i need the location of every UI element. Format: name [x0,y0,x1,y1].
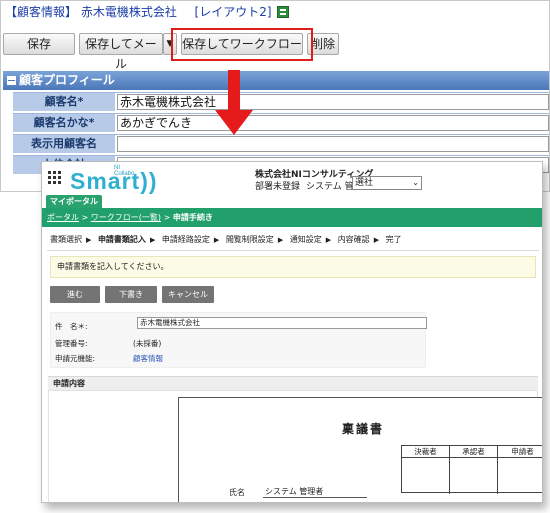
breadcrumb-current: 申請手続き [172,213,213,222]
step-progress: 書類選択 ▶ 申請書類記入 ▶ 申請経路設定 ▶ 閲覧制限設定 ▶ 通知設定 ▶ 内容確認… [50,234,406,248]
app-menu-grid-icon[interactable] [48,171,62,185]
stamp-cell-approver[interactable]: 承認者 [450,446,498,494]
user-select-dropdown[interactable]: 選社 ⌄ [352,176,422,190]
subject-row: 件 名＊: [55,321,88,332]
document-title: 稟議書 [341,422,384,436]
display-name-field[interactable] [117,136,549,152]
window-title: 【顧客情報】 赤木電機株式会社 [レイアウト2] [5,3,290,21]
user-dept: 部署未登録 [255,182,301,192]
step-arrow-icon: ▶ [373,236,380,244]
user-select-value: 選社 [355,178,374,188]
field-row-display-name: 表示用顧客名 [13,134,549,153]
step-item: 書類選択 [50,235,82,244]
step-arrow-icon: ▶ [149,236,156,244]
origin-customer-link[interactable]: 顧客情報 [133,353,163,364]
chevron-down-icon: ⌄ [412,178,419,187]
approval-stamp-table: 決裁者 承認者 申請者 [401,445,542,494]
breadcrumb-workflow-list-link[interactable]: ワークフロー(一覧) [91,213,161,222]
name-field[interactable]: システム 管理者 [263,486,367,498]
title-company: 赤木電機株式会社 [80,5,177,19]
app-header: NI Collabo Smart)) 株式会社NIコンサルティング 部署未登録シ… [42,162,542,196]
breadcrumb-portal-link[interactable]: ポータル [47,213,79,222]
field-row-customer-kana: 顧客名かな* あかぎでんき [13,113,549,132]
save-and-mail-button[interactable]: 保存してメール [79,33,163,71]
subject-label: 件 名＊: [55,322,88,331]
stamp-header: 決裁者 [402,446,449,458]
divider [47,250,539,251]
profile-section-title: 顧客プロフィール [19,73,115,87]
content-section-header: 申請内容 [48,376,538,390]
breadcrumb-separator: > [161,213,173,222]
stamp-cell-applicant[interactable]: 申請者 [498,446,542,494]
step-item-active: 申請書類記入 [97,235,146,244]
profile-section-header[interactable]: 顧客プロフィール [3,71,549,90]
step-item: 完了 [385,235,402,244]
number-row: 管理番号: (未採番) [55,338,161,349]
workflow-app-window: NI Collabo Smart)) 株式会社NIコンサルティング 部署未登録シ… [41,161,543,503]
name-label: 氏名 [229,488,245,497]
title-prefix: 【顧客情報】 [5,5,78,19]
highlight-frame [171,28,313,61]
step-arrow-icon: ▶ [277,236,284,244]
proceed-button[interactable]: 進む [50,286,100,303]
instruction-notice: 申請書類を記入してください。 [50,256,536,278]
step-arrow-icon: ▶ [213,236,220,244]
save-button[interactable]: 保存 [3,33,75,55]
stamp-header: 申請者 [498,446,542,458]
layout-switch-icon[interactable] [277,6,290,18]
brand-name: Smart)) [70,168,158,194]
step-arrow-icon: ▶ [325,236,332,244]
field-label: 表示用顧客名 [13,135,115,153]
tab-my-portal[interactable]: マイポータル [46,195,102,209]
cancel-button[interactable]: キャンセル [162,286,214,303]
field-label: 顧客名かな* [13,114,115,132]
step-item: 通知設定 [289,235,322,244]
customer-name-field[interactable]: 赤木電機株式会社 [117,94,549,110]
ringi-document: 稟議書 決裁者 承認者 申請者 氏名 システム 管理者 [178,397,542,502]
title-layout: [レイアウト2] [194,5,272,19]
field-row-customer-name: 顧客名* 赤木電機株式会社 [13,92,549,111]
step-item: 申請経路設定 [161,235,210,244]
breadcrumb-separator: > [79,213,91,222]
origin-label: 申請元機能: [55,354,96,363]
collapse-icon[interactable] [7,76,16,85]
stamp-cell-approver-final[interactable]: 決裁者 [402,446,450,494]
subject-input[interactable]: 赤木電機株式会社 [137,317,427,329]
step-item: 内容確認 [337,235,370,244]
field-label: 顧客名* [13,93,115,111]
step-item: 閲覧制限設定 [225,235,274,244]
application-info: 件 名＊: 赤木電機株式会社 管理番号: (未採番) 申請元機能: 顧客情報 [50,312,427,368]
origin-row: 申請元機能: 顧客情報 [55,353,163,364]
step-arrow-icon: ▶ [86,236,92,244]
number-value: (未採番) [133,339,162,348]
stamp-header: 承認者 [450,446,497,458]
customer-kana-field[interactable]: あかぎでんき [117,115,549,131]
breadcrumb: ポータル > ワークフロー(一覧) > 申請手続き [42,208,542,227]
content-area: 稟議書 決裁者 承認者 申請者 氏名 システム 管理者 [48,390,542,502]
save-draft-button[interactable]: 下書き [105,286,157,303]
number-label: 管理番号: [55,339,88,348]
